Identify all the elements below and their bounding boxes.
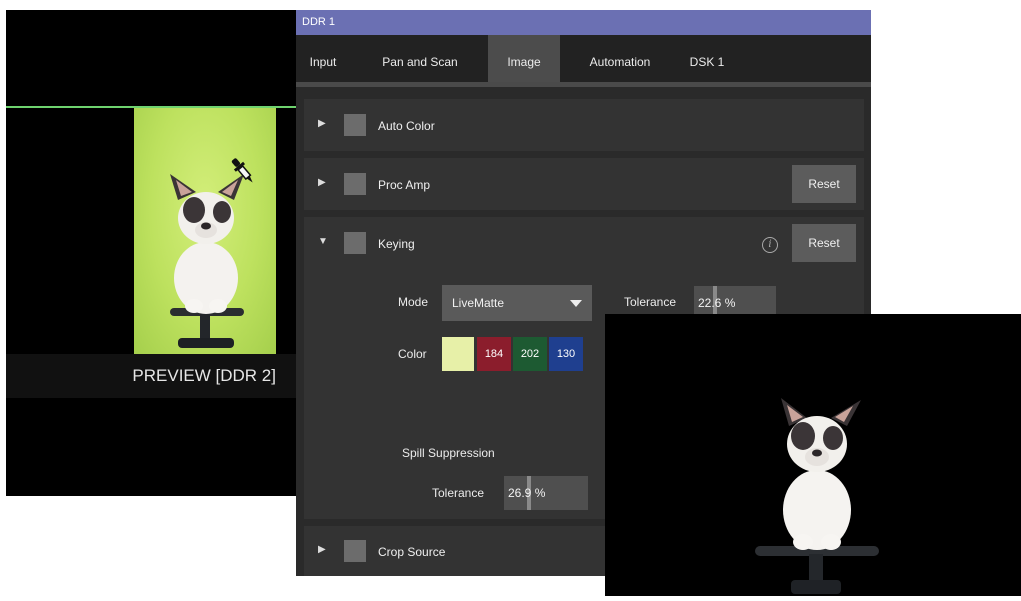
keying-checkbox[interactable] bbox=[344, 232, 366, 254]
tab-bar: Input Pan and Scan Image Automation DSK … bbox=[296, 35, 871, 87]
dog-on-stool-image bbox=[170, 174, 244, 348]
eyedropper-icon[interactable] bbox=[226, 154, 260, 188]
green-channel-value[interactable]: 202 bbox=[513, 337, 547, 371]
spill-tolerance-value: 26.9 % bbox=[508, 486, 546, 500]
mode-dropdown[interactable]: LiveMatte bbox=[442, 285, 592, 321]
tab-input[interactable]: Input bbox=[302, 35, 344, 82]
section-auto-color[interactable]: ▶ Auto Color bbox=[304, 99, 864, 151]
tab-automation[interactable]: Automation bbox=[574, 35, 666, 82]
crop-source-title: Crop Source bbox=[378, 545, 446, 559]
expand-arrow-icon[interactable]: ▶ bbox=[318, 118, 326, 129]
keyed-dog-image bbox=[755, 398, 879, 594]
key-color-swatch[interactable] bbox=[442, 337, 474, 371]
expand-arrow-icon[interactable]: ▶ bbox=[318, 177, 326, 188]
preview-label: PREVIEW [DDR 2] bbox=[6, 354, 298, 398]
keying-reset-button[interactable]: Reset bbox=[792, 224, 856, 262]
crop-source-checkbox[interactable] bbox=[344, 540, 366, 562]
mode-value: LiveMatte bbox=[452, 296, 505, 310]
section-proc-amp[interactable]: ▶ Proc Amp Reset bbox=[304, 158, 864, 210]
proc-amp-reset-button[interactable]: Reset bbox=[792, 165, 856, 203]
color-picker: 184 202 130 bbox=[442, 337, 583, 371]
preview-monitor: PREVIEW [DDR 2] bbox=[6, 10, 298, 496]
tab-pan-and-scan[interactable]: Pan and Scan bbox=[372, 35, 468, 82]
mode-label: Mode bbox=[398, 295, 429, 309]
expand-arrow-icon[interactable]: ▶ bbox=[318, 544, 326, 555]
auto-color-title: Auto Color bbox=[378, 119, 435, 133]
info-icon[interactable]: i bbox=[762, 237, 778, 253]
green-screen-video bbox=[134, 108, 276, 354]
keying-title: Keying bbox=[378, 237, 415, 251]
tab-dsk-1[interactable]: DSK 1 bbox=[680, 35, 734, 82]
tolerance-label: Tolerance bbox=[624, 295, 677, 309]
spill-tolerance-slider[interactable]: 26.9 % bbox=[504, 476, 588, 510]
tolerance-value: 22.6 % bbox=[698, 296, 736, 310]
preview-frame bbox=[6, 106, 298, 356]
red-channel-value[interactable]: 184 bbox=[477, 337, 511, 371]
keyed-output-monitor bbox=[605, 314, 1021, 596]
proc-amp-checkbox[interactable] bbox=[344, 173, 366, 195]
blue-channel-value[interactable]: 130 bbox=[549, 337, 583, 371]
panel-title: DDR 1 bbox=[296, 10, 871, 35]
color-label: Color bbox=[398, 347, 427, 361]
spill-tolerance-label: Tolerance bbox=[432, 486, 485, 500]
preview-label-text: PREVIEW [DDR 2] bbox=[132, 366, 276, 385]
proc-amp-title: Proc Amp bbox=[378, 178, 431, 192]
tab-image[interactable]: Image bbox=[488, 35, 560, 82]
spill-suppression-label: Spill Suppression bbox=[402, 446, 495, 460]
auto-color-checkbox[interactable] bbox=[344, 114, 366, 136]
collapse-arrow-icon[interactable]: ▼ bbox=[318, 236, 328, 247]
dropdown-caret-icon bbox=[570, 300, 582, 307]
